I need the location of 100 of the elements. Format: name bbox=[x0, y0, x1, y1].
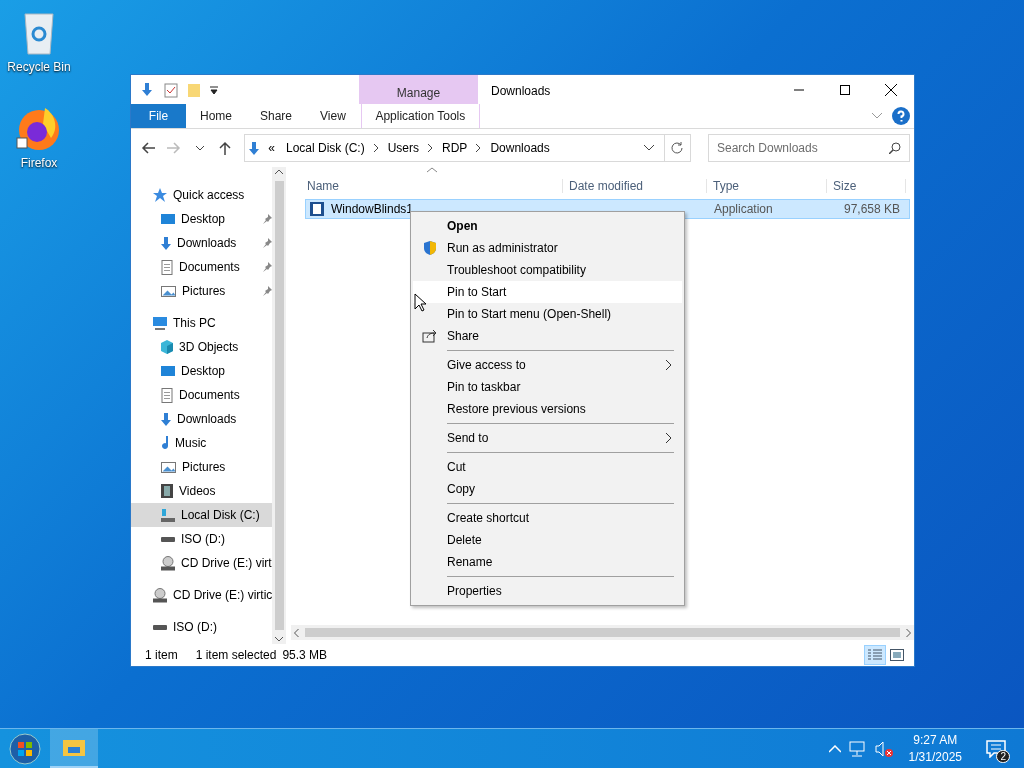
nav-item[interactable]: Music bbox=[131, 431, 273, 455]
nav-item[interactable]: CD Drive (E:) virt bbox=[131, 551, 273, 575]
scroll-up-icon bbox=[275, 167, 284, 177]
contextual-tab-header: Manage bbox=[359, 75, 478, 104]
chevron-down-icon[interactable] bbox=[643, 145, 654, 151]
picture-icon bbox=[161, 461, 176, 473]
menu-item[interactable]: Delete bbox=[413, 529, 682, 551]
download-icon bbox=[249, 141, 260, 155]
nav-item[interactable]: Desktop bbox=[131, 359, 273, 383]
search-icon[interactable] bbox=[888, 142, 901, 154]
refresh-icon bbox=[671, 142, 684, 154]
breadcrumb[interactable]: Downloads bbox=[488, 141, 552, 155]
nav-item[interactable]: CD Drive (E:) virtic bbox=[131, 583, 273, 607]
nav-item[interactable]: Pictures bbox=[131, 279, 273, 303]
menu-item[interactable]: Share bbox=[413, 325, 682, 347]
column-header[interactable]: Type bbox=[707, 179, 827, 193]
document-icon bbox=[161, 259, 173, 275]
chevron-up-icon[interactable] bbox=[828, 744, 841, 753]
nav-item[interactable]: Downloads bbox=[131, 231, 273, 255]
nav-item[interactable]: Videos bbox=[131, 479, 273, 503]
status-text: 1 item bbox=[145, 648, 178, 662]
breadcrumb[interactable]: RDP bbox=[440, 141, 470, 155]
horizontal-scrollbar[interactable] bbox=[291, 625, 914, 640]
folder-icon bbox=[63, 739, 85, 756]
menu-item[interactable]: Properties bbox=[413, 580, 682, 602]
menu-item[interactable]: Cut bbox=[413, 456, 682, 478]
dropdown-icon[interactable] bbox=[209, 84, 219, 95]
drive-icon bbox=[161, 536, 175, 542]
nav-item[interactable]: Documents bbox=[131, 255, 273, 279]
nav-item[interactable]: ISO (D:) bbox=[131, 615, 273, 639]
message-icon bbox=[986, 739, 1006, 758]
menu-item[interactable]: Pin to taskbar bbox=[413, 376, 682, 398]
menu-item[interactable]: Pin to Start bbox=[413, 281, 682, 303]
nav-item[interactable]: Local Disk (C:) bbox=[131, 503, 273, 527]
help-icon[interactable] bbox=[892, 107, 910, 125]
music-note-icon bbox=[161, 436, 169, 450]
shield-icon bbox=[422, 240, 438, 256]
download-icon[interactable] bbox=[139, 81, 155, 98]
breadcrumb[interactable]: Local Disk (C:) bbox=[284, 141, 367, 155]
ribbon-tab[interactable]: Application Tools bbox=[360, 104, 480, 128]
up-arrow-icon bbox=[219, 141, 232, 155]
network-icon[interactable] bbox=[848, 740, 867, 757]
computer-icon bbox=[153, 316, 167, 330]
minimize-icon bbox=[794, 88, 804, 91]
chevron-right-icon[interactable] bbox=[476, 144, 482, 152]
nav-item[interactable]: Downloads bbox=[131, 407, 273, 431]
chevron-right-icon[interactable] bbox=[373, 144, 379, 152]
pin-icon bbox=[262, 238, 273, 248]
nav-item[interactable]: ISO (D:) bbox=[131, 527, 273, 551]
column-header[interactable]: Size bbox=[827, 179, 906, 193]
details-list-icon bbox=[868, 649, 882, 661]
close-icon bbox=[885, 83, 897, 96]
star-icon bbox=[153, 188, 167, 202]
chevron-right-icon[interactable] bbox=[428, 144, 434, 152]
menu-item[interactable]: Send to bbox=[413, 427, 682, 449]
maximize-icon bbox=[840, 84, 850, 95]
nav-item[interactable]: Documents bbox=[131, 383, 273, 407]
nav-item[interactable]: Quick access bbox=[131, 183, 273, 207]
nav-item[interactable]: 3D Objects bbox=[131, 335, 273, 359]
muted-speaker-icon[interactable] bbox=[874, 740, 893, 757]
menu-item[interactable]: Troubleshoot compatibility bbox=[413, 259, 682, 281]
nav-item[interactable]: Pictures bbox=[131, 455, 273, 479]
film-icon bbox=[161, 484, 173, 498]
file-explorer-taskbar-button[interactable] bbox=[50, 729, 98, 768]
menu-item[interactable]: Create shortcut bbox=[413, 507, 682, 529]
disc-drive-icon bbox=[161, 555, 175, 571]
column-header[interactable]: Name bbox=[301, 179, 563, 193]
chevron-down-icon bbox=[195, 145, 204, 151]
disc-drive-icon bbox=[153, 587, 167, 603]
nav-item[interactable]: This PC bbox=[131, 311, 273, 335]
desktop-icon bbox=[161, 214, 175, 224]
ribbon-tab[interactable]: File bbox=[131, 104, 186, 128]
pin-icon bbox=[262, 214, 273, 224]
notifications-button[interactable]: 2 bbox=[978, 730, 1014, 767]
column-header[interactable]: Date modified bbox=[563, 179, 707, 193]
drive-icon bbox=[161, 508, 175, 522]
application-icon bbox=[309, 201, 325, 217]
breadcrumb[interactable]: Users bbox=[385, 141, 422, 155]
vertical-scrollbar[interactable] bbox=[272, 167, 286, 644]
scroll-down-icon bbox=[275, 634, 284, 644]
nav-item[interactable]: Desktop bbox=[131, 207, 273, 231]
forward-arrow-icon bbox=[166, 142, 181, 154]
menu-item[interactable]: Run as administrator bbox=[413, 237, 682, 259]
menu-item[interactable]: Restore previous versions bbox=[413, 398, 682, 420]
scroll-right-icon bbox=[906, 628, 911, 637]
address-bar[interactable]: « Local Disk (C:) Users RDP Downloads bbox=[244, 134, 691, 162]
download-icon bbox=[161, 236, 171, 250]
properties-icon[interactable] bbox=[163, 81, 179, 98]
clock[interactable]: 9:27 AM 1/31/2025 bbox=[900, 731, 970, 766]
window-title: Downloads bbox=[490, 83, 552, 100]
share-icon bbox=[422, 328, 438, 344]
menu-item[interactable]: Copy bbox=[413, 478, 682, 500]
overflow-crumb[interactable]: « bbox=[266, 141, 277, 155]
menu-item[interactable]: Give access to bbox=[413, 354, 682, 376]
file-type: Application bbox=[713, 202, 774, 216]
menu-item[interactable]: Pin to Start menu (Open-Shell) bbox=[413, 303, 682, 325]
file-name: WindowBlinds1 bbox=[331, 202, 414, 216]
status-text: 95.3 MB bbox=[282, 648, 328, 662]
menu-item[interactable]: Rename bbox=[413, 551, 682, 573]
search-field[interactable]: Search Downloads bbox=[707, 134, 910, 162]
